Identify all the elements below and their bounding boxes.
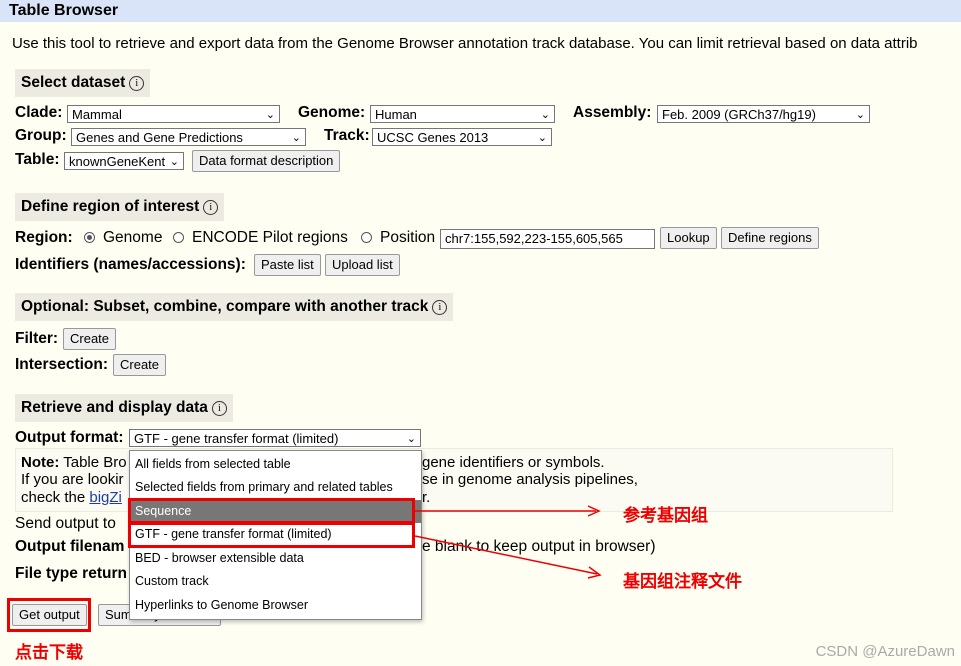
annotation-annotation-file: 基因组注释文件 [623, 572, 742, 591]
watermark: CSDN @AzureDawn [815, 643, 955, 660]
annotation-click-download: 点击下载 [15, 643, 83, 662]
annotation-arrows [414, 505, 602, 579]
arrow-line-gtf [414, 535, 598, 575]
annotation-reference-genome: 参考基因组 [623, 506, 708, 525]
